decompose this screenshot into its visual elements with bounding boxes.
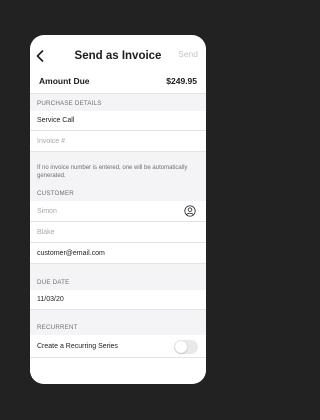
back-button[interactable]	[33, 48, 47, 64]
customer-label: CUSTOMER	[37, 190, 74, 197]
description-field[interactable]: Service Call	[30, 111, 206, 131]
invoice-screen: Send as Invoice Send Amount Due $249.95 …	[30, 35, 206, 384]
send-button[interactable]: Send	[178, 49, 198, 59]
email-field[interactable]: customer@email.com	[30, 243, 206, 264]
amount-due-label: Amount Due	[39, 75, 90, 86]
description-value: Service Call	[37, 117, 75, 124]
bottom-spacer	[30, 358, 206, 384]
recurring-series-row: Create a Recurring Series	[30, 335, 206, 358]
due-date-field[interactable]: 11/03/20	[30, 290, 206, 310]
due-date-value: 11/03/20	[37, 296, 64, 303]
invoice-number-field[interactable]: Invoice #	[30, 131, 206, 152]
person-circle-icon[interactable]	[184, 205, 196, 217]
last-name-placeholder: Blake	[37, 228, 55, 236]
due-date-header: DUE DATE	[30, 264, 206, 290]
recurrent-header: RECURRENT	[30, 310, 206, 335]
customer-header: CUSTOMER	[30, 185, 206, 201]
invoice-number-placeholder: Invoice #	[37, 137, 66, 145]
purchase-details-label: PURCHASE DETAILS	[37, 100, 102, 107]
recurring-series-toggle[interactable]	[174, 340, 198, 354]
first-name-placeholder: Simon	[37, 207, 57, 215]
recurring-series-label: Create a Recurring Series	[37, 342, 118, 350]
purchase-details-header: PURCHASE DETAILS	[30, 94, 206, 111]
toggle-knob	[175, 341, 187, 353]
amount-due-row: Amount Due $249.95	[30, 68, 206, 94]
page-title: Send as Invoice	[74, 50, 162, 62]
chevron-left-icon	[36, 50, 44, 62]
first-name-field[interactable]: Simon	[30, 201, 206, 222]
invoice-helper-text: If no invoice number is entered, one wil…	[37, 165, 188, 179]
recurrent-label: RECURRENT	[37, 324, 78, 331]
due-date-label: DUE DATE	[37, 279, 70, 286]
last-name-field[interactable]: Blake	[30, 222, 206, 243]
amount-due-value: $249.95	[166, 75, 197, 86]
email-value: customer@email.com	[37, 249, 105, 257]
